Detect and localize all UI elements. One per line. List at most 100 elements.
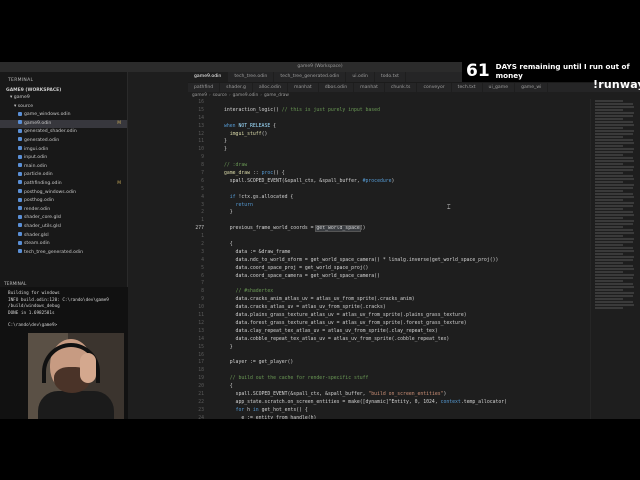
code-line[interactable]: 2 } — [188, 209, 588, 217]
file-item[interactable]: posthog.odin — [0, 197, 127, 206]
editor-tab[interactable]: dbos.odin — [319, 83, 355, 92]
line-number: 4 — [201, 257, 204, 263]
file-item[interactable]: main.odin — [0, 163, 127, 172]
file-item[interactable]: steam.odin — [0, 240, 127, 249]
code-line[interactable]: 5 data.coord_space_proj = get_world_spac… — [188, 265, 588, 273]
code-line[interactable]: 12 imgui_stuff() — [188, 131, 588, 139]
editor-tab[interactable]: tech_tree.odin — [228, 72, 275, 82]
file-item[interactable]: shader.glsl — [0, 232, 127, 241]
file-item[interactable]: game_windows.odin — [0, 111, 127, 120]
code-token: data.cobble_repeat_tex_atlas_uv = atlas_… — [224, 336, 450, 342]
code-line[interactable]: 6 spall.SCOPED_EVENT(&spall_ctx, &spall_… — [188, 178, 588, 186]
code-line[interactable]: 8 // #shadertex — [188, 288, 588, 296]
breadcrumb-item[interactable]: source — [213, 93, 227, 98]
minimap-line — [595, 178, 634, 180]
file-item[interactable]: imgui.odin — [0, 146, 127, 155]
code-line[interactable]: 1 — [188, 217, 588, 225]
editor-tab[interactable]: tech.txt — [452, 83, 483, 92]
code-line[interactable]: 10} — [188, 146, 588, 154]
code-line[interactable]: 11 data.plains_grass_texture_atlas_uv = … — [188, 312, 588, 320]
minimap-line — [595, 169, 633, 171]
editor-tab[interactable]: game9.odin — [188, 72, 229, 82]
minimap-line — [595, 250, 634, 252]
code-line[interactable]: 5 — [188, 186, 588, 194]
file-item[interactable]: render.odin — [0, 206, 127, 215]
code-editor[interactable]: 16 15 interaction_logic() // this is just … — [188, 99, 588, 419]
code-line[interactable]: 4 data.ndc_to_world_xform = get_world_sp… — [188, 257, 588, 265]
editor-tab[interactable]: ui.odin — [346, 72, 375, 82]
breadcrumb-item[interactable]: game_draw — [264, 93, 289, 98]
code-line[interactable]: 13 data.clay_repeat_tex_atlas_uv = atlas… — [188, 328, 588, 336]
breadcrumb-item[interactable]: game9 — [192, 93, 207, 98]
code-line[interactable]: 15 } — [188, 344, 588, 352]
file-item[interactable]: generated_shader.odin — [0, 128, 127, 137]
file-item[interactable]: particle.odin — [0, 171, 127, 180]
code-line[interactable]: 14 — [188, 115, 588, 123]
code-line[interactable]: 22 app_state.scratch.on_screen_entities … — [188, 399, 588, 407]
file-item[interactable]: pathfinding.odin M — [0, 180, 127, 189]
folder-label: source — [17, 103, 34, 109]
workspace-root[interactable]: GAME9 (WORKSPACE) — [0, 87, 127, 94]
breadcrumb-item[interactable]: game9.odin — [233, 93, 259, 98]
minimap-line — [595, 130, 634, 132]
file-item[interactable]: generated.odin — [0, 137, 127, 146]
code-line[interactable]: 7 game_draw :: proc() { — [188, 170, 588, 178]
code-line[interactable]: 2 { — [188, 241, 588, 249]
code-line[interactable]: 4 if !ctx.gs.allocated { — [188, 194, 588, 202]
minimap-line — [595, 187, 633, 189]
editor-tab[interactable]: game_wi — [515, 83, 549, 92]
editor-tab[interactable]: todo.txt — [375, 72, 406, 82]
code-token: h — [244, 407, 253, 413]
code-line[interactable]: 8 // :draw — [188, 162, 588, 170]
folder-game9[interactable]: ▾ game9 — [0, 94, 127, 103]
code-line[interactable]: 15 interaction_logic() // this is just pu… — [188, 107, 588, 115]
code-token: } — [224, 210, 233, 216]
code-line[interactable]: 17 player := get_player() — [188, 359, 588, 367]
editor-tab[interactable]: conveyor — [417, 83, 452, 92]
code-line[interactable]: 24 e := entity_from_handle(h) — [188, 415, 588, 419]
code-line[interactable]: 16 — [188, 352, 588, 360]
code-line[interactable]: 13 when NOT_RELEASE { — [188, 123, 588, 131]
code-line[interactable]: 1 — [188, 233, 588, 241]
file-item[interactable]: game9.odin M — [0, 119, 127, 129]
code-line[interactable]: 11} — [188, 138, 588, 146]
editor-tab[interactable]: alloc.odin — [253, 83, 288, 92]
code-line[interactable]: 23 for h in get_hot_ents() { — [188, 407, 588, 415]
code-line[interactable]: 14 data.cobble_repeat_tex_atlas_uv = atl… — [188, 336, 588, 344]
file-item[interactable]: posthog_windows.odin — [0, 189, 127, 198]
editor-tab[interactable]: pathfind — [188, 83, 221, 92]
code-line[interactable]: 19 // build out the cache for render-spe… — [188, 375, 588, 383]
file-item[interactable]: input.odin — [0, 154, 127, 163]
code-line[interactable]: 12 data.forest_grass_texture_atlas_uv = … — [188, 320, 588, 328]
code-token: ) — [443, 391, 447, 397]
editor-tab[interactable]: manhat — [288, 83, 319, 92]
code-line[interactable]: 9 data.cracks_anim_atlas_uv = atlas_uv_f… — [188, 296, 588, 304]
code-line[interactable]: 16 — [188, 99, 588, 107]
code-line[interactable]: 21 spall.SCOPED_EVENT(&spall_ctx, &spall… — [188, 391, 588, 399]
code-line[interactable]: 277 previous_frame_world_coords = get_wo… — [188, 225, 588, 233]
code-line[interactable]: 6 data.coord_space_camera = get_world_sp… — [188, 273, 588, 281]
code-line[interactable]: 10 data.cracks_atlas_uv = atlas_uv_from_… — [188, 304, 588, 312]
file-item[interactable]: tech_tree_generated.odin — [0, 249, 127, 258]
file-item[interactable]: shader_utils.glsl — [0, 223, 127, 232]
code-line[interactable]: 3 return — [188, 202, 588, 210]
minimap[interactable] — [590, 99, 638, 419]
editor-tab[interactable]: tech_tree_generated.odin — [274, 72, 347, 82]
minimap-line — [595, 142, 634, 144]
line-number: 14 — [198, 115, 204, 121]
folder-source[interactable]: ▾ source — [0, 103, 127, 112]
code-line[interactable]: 18 — [188, 367, 588, 375]
editor-tab[interactable]: ui_game — [483, 83, 516, 92]
line-number: 2 — [201, 242, 204, 248]
code-line[interactable]: 20 { — [188, 383, 588, 391]
minimap-line — [595, 106, 634, 108]
editor-tab[interactable]: shader.g — [220, 83, 253, 92]
code-line[interactable]: 7 — [188, 280, 588, 288]
code-line[interactable]: 9 — [188, 154, 588, 162]
terminal-prompt[interactable]: C:\rando\dev\game9> — [0, 323, 128, 330]
minimap-line — [595, 298, 624, 300]
editor-tab[interactable]: manhat — [354, 83, 385, 92]
code-line[interactable]: 3 data := &draw_frame — [188, 249, 588, 257]
file-item[interactable]: shader_core.glsl — [0, 214, 127, 223]
editor-tab[interactable]: chunk.ts — [385, 83, 418, 92]
